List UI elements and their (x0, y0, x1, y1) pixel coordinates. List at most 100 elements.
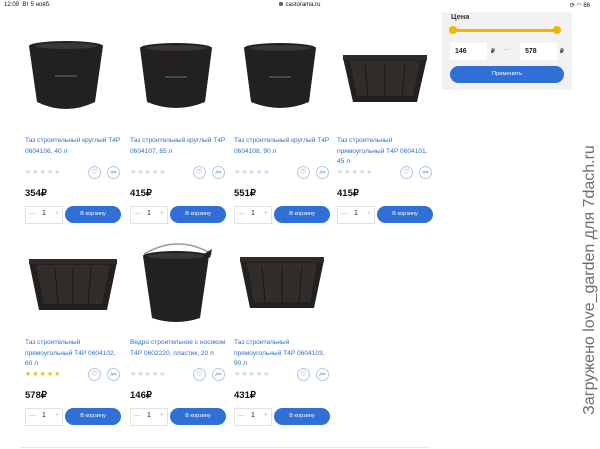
plus-icon[interactable]: + (55, 412, 59, 419)
minus-icon[interactable]: — (29, 412, 36, 419)
heart-icon[interactable]: ♡ (400, 166, 413, 179)
product-price: 551₽ (234, 188, 256, 199)
rating-stars: ★★★★★ (234, 371, 271, 378)
rating-stars: ★★★★★ (337, 169, 374, 176)
plus-icon[interactable]: + (367, 210, 371, 217)
product-card: Таз строительный прямоугольный Т4Р 06041… (25, 240, 123, 430)
address-bar[interactable]: castorama.ru (0, 2, 600, 8)
quantity-value[interactable]: 1 (251, 210, 255, 217)
product-title[interactable]: Таз строительный круглый Т4Р 0604108, 90… (234, 136, 332, 157)
product-price: 146₽ (130, 390, 152, 401)
price-filter-title: Цена (451, 12, 470, 21)
price-max-input[interactable]: 578 (520, 43, 557, 60)
rating-stars: ★★★★★ (234, 169, 271, 176)
content-divider (20, 447, 430, 448)
product-price: 415₽ (337, 188, 359, 199)
heart-icon[interactable]: ♡ (297, 166, 310, 179)
product-card: Таз строительный круглый Т4Р 0604107, 65… (130, 38, 228, 228)
compare-icon[interactable]: Для срав. (212, 368, 225, 381)
compare-icon[interactable]: Для срав. (316, 368, 329, 381)
lock-icon (279, 2, 284, 7)
heart-icon[interactable]: ♡ (88, 166, 101, 179)
heart-icon[interactable]: ♡ (193, 368, 206, 381)
product-title[interactable]: Таз строительный круглый Т4Р 0604106, 40… (25, 136, 123, 157)
compare-icon[interactable]: Для срав. (419, 166, 432, 179)
product-card: Таз строительный прямоугольный Т4Р 06041… (234, 240, 332, 430)
price-min-input[interactable]: 146 (450, 43, 487, 60)
add-to-cart-button[interactable]: В корзину (274, 206, 330, 223)
heart-icon[interactable]: ♡ (297, 368, 310, 381)
product-title[interactable]: Таз строительный прямоугольный Т4Р 06041… (25, 338, 123, 370)
plus-icon[interactable]: + (160, 210, 164, 217)
plus-icon[interactable]: + (264, 412, 268, 419)
add-to-cart-button[interactable]: В корзину (65, 206, 121, 223)
heart-icon[interactable]: ♡ (193, 166, 206, 179)
watermark-text: Загружено love_garden для 7dach.ru (581, 145, 598, 415)
quantity-value[interactable]: 1 (354, 210, 358, 217)
minus-icon[interactable]: — (134, 210, 141, 217)
minus-icon[interactable]: — (134, 412, 141, 419)
product-price: 578₽ (25, 390, 47, 401)
rating-stars: ★★★★★ (25, 169, 62, 176)
product-image[interactable] (25, 240, 123, 330)
product-image[interactable] (234, 38, 332, 128)
heart-icon[interactable]: ♡ (88, 368, 101, 381)
quantity-value[interactable]: 1 (147, 412, 151, 419)
product-title[interactable]: Таз строительный прямоугольный Т4Р 06041… (337, 136, 435, 168)
plus-icon[interactable]: + (55, 210, 59, 217)
rating-stars: ★★★★★ (130, 169, 167, 176)
add-to-cart-button[interactable]: В корзину (170, 206, 226, 223)
add-to-cart-button[interactable]: В корзину (377, 206, 433, 223)
minus-icon[interactable]: — (341, 210, 348, 217)
add-to-cart-button[interactable]: В корзину (170, 408, 226, 425)
quantity-value[interactable]: 1 (147, 210, 151, 217)
quantity-stepper[interactable]: — 1 + (234, 206, 272, 224)
product-card: Таз строительный круглый Т4Р 0604108, 90… (234, 38, 332, 228)
apply-filter-button[interactable]: Применить (450, 66, 564, 83)
plus-icon[interactable]: + (264, 210, 268, 217)
currency-label: ₽ (560, 49, 564, 55)
quantity-stepper[interactable]: — 1 + (234, 408, 272, 426)
product-title[interactable]: Ведро строительное с носиком Т4Р 0602220… (130, 338, 228, 359)
minus-icon[interactable]: — (238, 210, 245, 217)
product-title[interactable]: Таз строительный прямоугольный Т4Р 06041… (234, 338, 332, 370)
compare-icon[interactable]: Для срав. (212, 166, 225, 179)
quantity-value[interactable]: 1 (251, 412, 255, 419)
compare-icon[interactable]: Для срав. (107, 166, 120, 179)
quantity-value[interactable]: 1 (42, 210, 46, 217)
quantity-stepper[interactable]: — 1 + (130, 206, 168, 224)
product-price: 415₽ (130, 188, 152, 199)
product-image[interactable] (130, 38, 228, 128)
quantity-stepper[interactable]: — 1 + (130, 408, 168, 426)
product-image[interactable] (25, 38, 123, 128)
product-card: Таз строительный прямоугольный Т4Р 06041… (337, 38, 435, 228)
product-price: 431₽ (234, 390, 256, 401)
product-image[interactable] (234, 240, 332, 330)
url-text: castorama.ru (285, 2, 321, 8)
rating-stars: ★★★★★ (25, 371, 62, 378)
add-to-cart-button[interactable]: В корзину (274, 408, 330, 425)
product-image[interactable] (130, 240, 228, 330)
range-separator: — (503, 47, 509, 53)
price-filter: Цена 146 ₽ — 578 ₽ Применить (442, 12, 572, 90)
minus-icon[interactable]: — (238, 412, 245, 419)
status-icons: ⟳ ◠ 66 (569, 3, 590, 9)
plus-icon[interactable]: + (160, 412, 164, 419)
product-card: Таз строительный круглый Т4Р 0604106, 40… (25, 38, 123, 228)
product-image[interactable] (337, 38, 435, 128)
price-range-slider[interactable] (449, 26, 561, 34)
price-max-handle[interactable] (553, 26, 561, 34)
product-card: Ведро строительное с носиком Т4Р 0602220… (130, 240, 228, 430)
quantity-stepper[interactable]: — 1 + (337, 206, 375, 224)
price-min-handle[interactable] (449, 26, 457, 34)
minus-icon[interactable]: — (29, 210, 36, 217)
product-price: 354₽ (25, 188, 47, 199)
quantity-value[interactable]: 1 (42, 412, 46, 419)
add-to-cart-button[interactable]: В корзину (65, 408, 121, 425)
quantity-stepper[interactable]: — 1 + (25, 408, 63, 426)
compare-icon[interactable]: Для срав. (316, 166, 329, 179)
quantity-stepper[interactable]: — 1 + (25, 206, 63, 224)
compare-icon[interactable]: Для срав. (107, 368, 120, 381)
product-title[interactable]: Таз строительный круглый Т4Р 0604107, 65… (130, 136, 228, 157)
watermark: Загружено love_garden для 7dach.ru (580, 120, 600, 449)
